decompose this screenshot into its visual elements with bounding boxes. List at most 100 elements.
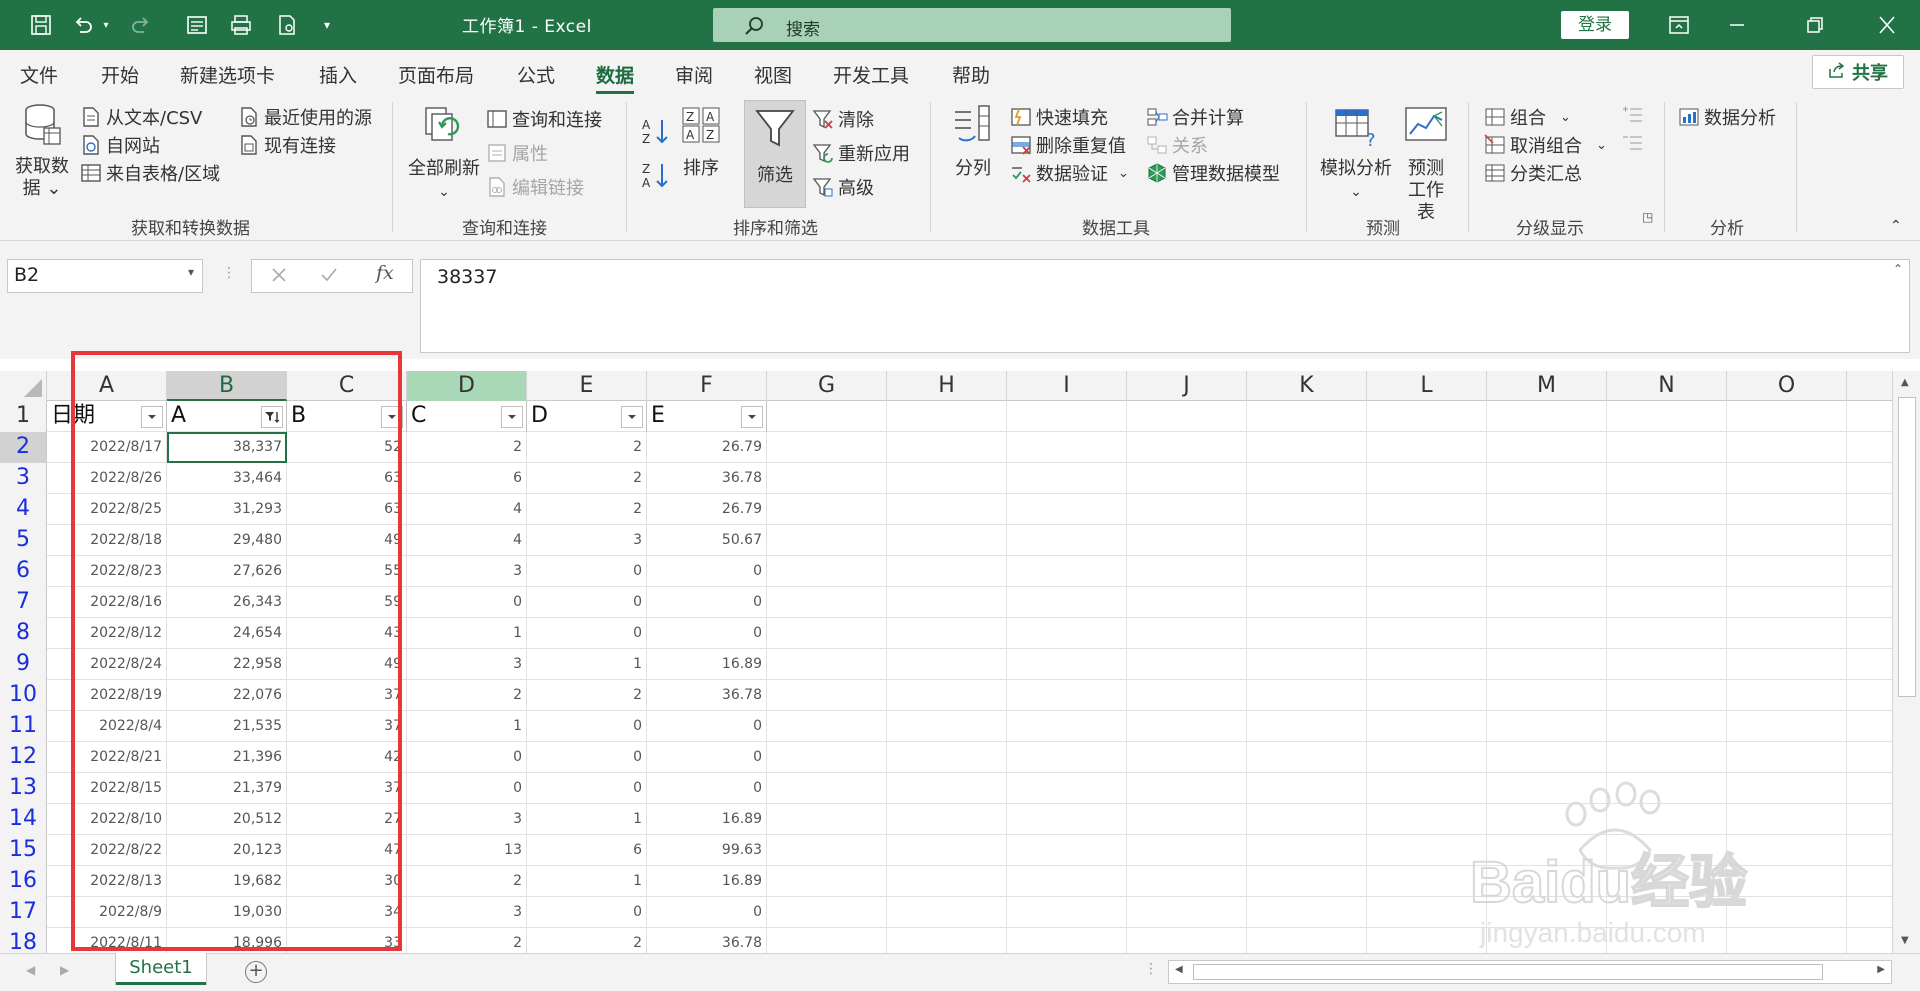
table-cell[interactable]: 27,626 [167,556,287,587]
empty-cell[interactable] [1487,618,1607,649]
empty-cell[interactable] [1127,711,1247,742]
empty-cell[interactable] [1367,463,1487,494]
table-cell[interactable]: 2022/8/19 [47,680,167,711]
empty-cell[interactable] [1007,525,1127,556]
empty-cell[interactable] [887,711,1007,742]
empty-cell[interactable] [1367,649,1487,680]
empty-cell[interactable] [1367,556,1487,587]
empty-cell[interactable] [767,773,887,804]
table-cell[interactable]: 0 [527,618,647,649]
column-header-e[interactable]: E [527,371,647,401]
table-cell[interactable]: 2 [407,680,527,711]
empty-cell[interactable] [767,463,887,494]
empty-cell[interactable] [1247,649,1367,680]
row-header[interactable]: 3 [0,463,47,494]
flash-fill-button[interactable]: 快速填充 [1010,104,1108,130]
empty-cell[interactable] [1127,401,1247,432]
column-header-i[interactable]: I [1007,371,1127,401]
scroll-down-icon[interactable]: ▼ [1901,935,1909,946]
empty-cell[interactable] [1727,525,1847,556]
column-header-f[interactable]: F [647,371,767,401]
filter-dropdown-icon[interactable] [141,406,163,428]
relationships-button[interactable]: 关系 [1146,132,1208,158]
table-cell[interactable]: 16.89 [647,866,767,897]
table-cell[interactable]: 2022/8/9 [47,897,167,928]
table-cell[interactable]: 2022/8/16 [47,587,167,618]
empty-cell[interactable] [1607,742,1727,773]
table-cell[interactable]: 22,076 [167,680,287,711]
table-cell[interactable]: 21,396 [167,742,287,773]
empty-cell[interactable] [1127,618,1247,649]
table-cell[interactable]: 2022/8/21 [47,742,167,773]
column-header-l[interactable]: L [1367,371,1487,401]
table-cell[interactable]: 2 [407,928,527,953]
empty-cell[interactable] [767,587,887,618]
show-detail-icon[interactable] [1622,104,1644,126]
table-cell[interactable]: 37 [287,711,407,742]
table-cell[interactable]: 2022/8/10 [47,804,167,835]
from-web-button[interactable]: 自网站 [80,132,160,158]
table-cell[interactable]: 31,293 [167,494,287,525]
login-button[interactable]: 登录 [1561,11,1629,39]
empty-cell[interactable] [1247,928,1367,953]
sort-filter-active-icon[interactable] [261,406,283,428]
horizontal-scroll-thumb[interactable] [1193,964,1823,980]
queries-connections-button[interactable]: 查询和连接 [486,106,602,132]
vertical-scrollbar[interactable]: ▲ ▼ [1892,371,1920,953]
properties-button[interactable]: 属性 [486,140,548,166]
empty-cell[interactable] [887,804,1007,835]
consolidate-button[interactable]: 合并计算 [1146,104,1244,130]
column-header-j[interactable]: J [1127,371,1247,401]
column-header-h[interactable]: H [887,371,1007,401]
empty-cell[interactable] [1247,680,1367,711]
row-header[interactable]: 18 [0,928,47,953]
empty-cell[interactable] [1007,556,1127,587]
empty-cell[interactable] [1727,742,1847,773]
table-cell[interactable]: 13 [407,835,527,866]
empty-cell[interactable] [1487,463,1607,494]
empty-cell[interactable] [887,587,1007,618]
form-icon[interactable] [184,13,210,37]
empty-cell[interactable] [1607,432,1727,463]
horizontal-scrollbar[interactable]: ◀ ▶ [1168,960,1892,984]
table-cell[interactable]: 21,379 [167,773,287,804]
empty-cell[interactable] [1127,463,1247,494]
empty-cell[interactable] [1727,897,1847,928]
empty-cell[interactable] [1127,432,1247,463]
empty-cell[interactable] [767,742,887,773]
row-header[interactable]: 1 [0,401,47,432]
empty-cell[interactable] [1007,835,1127,866]
empty-cell[interactable] [1127,742,1247,773]
filter-dropdown-icon[interactable] [741,406,763,428]
row-header[interactable]: 7 [0,587,47,618]
table-cell[interactable]: 6 [407,463,527,494]
table-cell[interactable]: 0 [647,897,767,928]
empty-cell[interactable] [1007,897,1127,928]
row-header[interactable]: 11 [0,711,47,742]
empty-cell[interactable] [1487,804,1607,835]
scroll-left-icon[interactable]: ◀ [1175,964,1183,975]
empty-cell[interactable] [1007,618,1127,649]
table-cell[interactable]: 1 [527,866,647,897]
table-cell[interactable]: 19,682 [167,866,287,897]
empty-cell[interactable] [1607,866,1727,897]
empty-cell[interactable] [767,432,887,463]
empty-cell[interactable] [1367,494,1487,525]
ribbon-display-options-icon[interactable] [1664,12,1694,38]
row-header[interactable]: 17 [0,897,47,928]
table-cell[interactable]: 2022/8/24 [47,649,167,680]
empty-cell[interactable] [1007,742,1127,773]
outline-settings-launcher-icon[interactable]: ◳ [1642,210,1653,224]
prev-sheet-icon[interactable]: ◀ [26,963,35,977]
empty-cell[interactable] [767,649,887,680]
forecast-sheet-button[interactable]: 预测 工作表 [1400,104,1452,224]
empty-cell[interactable] [1247,556,1367,587]
table-cell[interactable]: 0 [527,556,647,587]
empty-cell[interactable] [1247,711,1367,742]
table-cell[interactable]: 6 [527,835,647,866]
empty-cell[interactable] [1247,432,1367,463]
empty-cell[interactable] [1367,401,1487,432]
empty-cell[interactable] [1127,897,1247,928]
table-cell[interactable]: 26.79 [647,494,767,525]
from-table-button[interactable]: 来自表格/区域 [80,160,220,186]
